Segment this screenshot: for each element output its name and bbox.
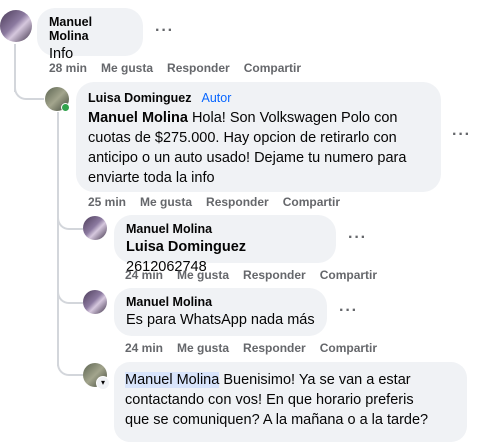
comment-text: Manuel Molina Hola! Son Volkswagen Polo … [88,110,407,186]
comment-text: Es para WhatsApp nada más [126,312,315,328]
comment-actions: 24 min Me gusta Responder Compartir [125,341,391,355]
reply-button[interactable]: Responder [243,341,306,355]
thread-curve-reply1 [57,214,83,230]
comment-author[interactable]: Manuel Molina [126,222,324,236]
comment-bubble: Manuel Molina Info [37,8,143,62]
comment-time[interactable]: 24 min [125,268,163,282]
comment-actions: 25 min Me gusta Responder Compartir [88,195,354,209]
comment-bubble: Luisa Dominguez Autor Manuel Molina Hola!… [76,82,441,192]
reply-button[interactable]: Responder [206,195,269,209]
like-button[interactable]: Me gusta [140,195,192,209]
more-options-icon[interactable]: ··· [339,302,358,320]
comment-author[interactable]: Luisa Dominguez [88,91,191,105]
comment-bubble: Manuel Molina Luisa Dominguez 2612062748 [114,215,336,275]
share-button[interactable]: Compartir [244,61,301,75]
online-status-icon [61,103,70,112]
share-button[interactable]: Compartir [283,195,340,209]
avatar[interactable] [83,216,107,240]
reply-input[interactable]: Manuel Molina Buenisimo! Ya se van a est… [114,362,467,442]
thread-curve-luisa [14,80,44,100]
thread-curve-reply2 [57,288,83,304]
mention-link[interactable]: Manuel Molina [88,110,188,126]
chevron-down-icon[interactable]: ▾ [96,376,110,390]
comment-time[interactable]: 25 min [88,195,126,209]
like-button[interactable]: Me gusta [177,268,229,282]
reply-button[interactable]: Responder [243,268,306,282]
reply-button[interactable]: Responder [167,61,230,75]
comment-author[interactable]: Manuel Molina [49,15,131,43]
more-options-icon[interactable]: ··· [452,126,471,144]
comment-actions: 24 min Me gusta Responder Compartir [125,268,391,282]
more-options-icon[interactable]: ··· [155,22,174,40]
comment-author[interactable]: Manuel Molina [126,295,315,309]
thread-line-luisa [57,112,59,366]
like-button[interactable]: Me gusta [101,61,153,75]
like-button[interactable]: Me gusta [177,341,229,355]
avatar[interactable] [0,10,32,42]
share-button[interactable]: Compartir [320,341,377,355]
mention-link[interactable]: Luisa Dominguez [126,239,246,255]
comment-time[interactable]: 24 min [125,341,163,355]
comment-bubble: Manuel Molina Es para WhatsApp nada más [114,288,327,336]
more-options-icon[interactable]: ··· [348,229,367,247]
reply-text: Manuel Molina Buenisimo! Ya se van a est… [125,372,429,428]
author-badge: Autor [201,91,232,105]
share-button[interactable]: Compartir [320,268,377,282]
comment-time[interactable]: 28 min [49,61,87,75]
avatar[interactable] [83,290,107,314]
thread-curve-reply3 [57,360,83,376]
comment-actions: 28 min Me gusta Responder Compartir [49,61,315,75]
mention-tag[interactable]: Manuel Molina [125,372,220,388]
